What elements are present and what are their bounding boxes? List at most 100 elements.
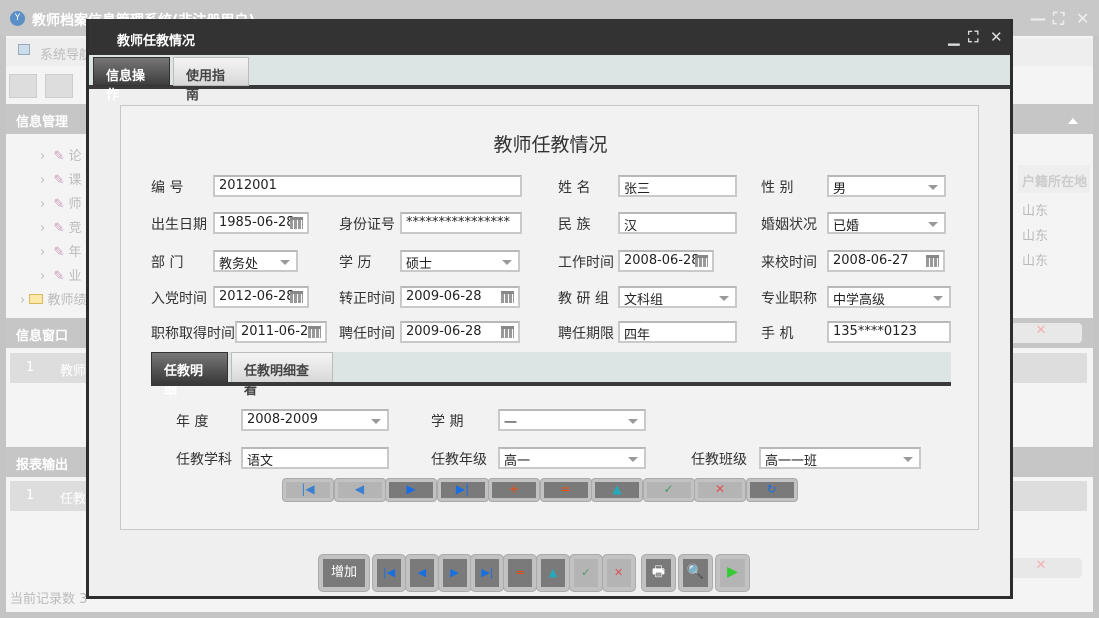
tree-item[interactable]: › ✎ 师 xyxy=(40,193,82,217)
toolbar-button[interactable]: ▲ xyxy=(537,555,569,591)
select-field[interactable]: 男 xyxy=(827,175,946,197)
field-value: 2008-2009 xyxy=(247,412,318,427)
select-field[interactable]: 2008-2009 xyxy=(241,409,389,431)
tree-item[interactable]: › ✎ 年 xyxy=(40,241,82,265)
select-field[interactable]: 中学高级 xyxy=(827,286,951,308)
tree-item-label: 业 xyxy=(69,269,82,284)
text-field[interactable]: 135****0123 xyxy=(827,321,951,343)
tree-folder[interactable]: › 教师绩 xyxy=(20,289,87,308)
calendar-icon[interactable] xyxy=(692,253,710,270)
toolbar-button[interactable]: ▶| xyxy=(471,555,503,591)
tab-info-operation[interactable]: 信息操作 xyxy=(93,57,170,86)
nav-button[interactable]: + xyxy=(489,479,539,501)
maximize-icon[interactable]: ⛶ xyxy=(1053,9,1064,29)
tree-item[interactable]: › ✎ 论 xyxy=(40,145,82,169)
field-value: 张三 xyxy=(624,182,650,197)
date-field[interactable]: 2009-06-28 xyxy=(400,286,520,308)
nav-button[interactable]: |◀ xyxy=(283,479,333,501)
toolbar-button[interactable]: 🔍 xyxy=(679,555,712,591)
add-icon: + xyxy=(509,482,519,496)
toolbar-button[interactable]: |◀ xyxy=(373,555,405,591)
toolbar-button[interactable]: 🖶 xyxy=(642,555,675,591)
chevron-down-icon[interactable] xyxy=(715,288,735,306)
text-field[interactable]: 2012001 xyxy=(213,175,522,197)
date-field[interactable]: 1985-06-28 xyxy=(213,212,309,234)
field-label: 手 机 xyxy=(761,323,793,343)
refresh-icon: ↻ xyxy=(766,482,776,496)
calendar-icon[interactable] xyxy=(923,253,941,270)
chevron-down-icon[interactable] xyxy=(624,449,644,467)
subtab-detail[interactable]: 任教明细 xyxy=(151,352,228,383)
tab-user-guide[interactable]: 使用指南 xyxy=(173,57,249,86)
dialog-minimize-icon[interactable]: ▁ xyxy=(948,28,960,46)
list-tool-icon[interactable] xyxy=(45,74,73,98)
select-field[interactable]: 硕士 xyxy=(400,250,520,272)
chevron-down-icon[interactable] xyxy=(498,252,518,270)
nav-button[interactable]: ▲ xyxy=(592,479,642,501)
collapse-icon[interactable] xyxy=(1068,113,1078,124)
toolbar-button[interactable]: ✓ xyxy=(570,555,602,591)
calendar-icon[interactable] xyxy=(287,215,305,232)
chevron-down-icon[interactable] xyxy=(924,177,944,195)
delete-icon: = xyxy=(560,482,570,496)
dialog-maximize-icon[interactable]: ⛶ xyxy=(968,28,979,46)
toolbar-button[interactable]: ◀ xyxy=(406,555,438,591)
chevron-down-icon[interactable] xyxy=(276,252,296,270)
nav-button[interactable]: ✓ xyxy=(644,479,694,501)
select-field[interactable]: 高一 xyxy=(498,447,646,469)
toolbar-button[interactable]: ▶ xyxy=(439,555,471,591)
nav-button[interactable]: ◀ xyxy=(335,479,385,501)
chevron-down-icon[interactable] xyxy=(899,449,919,467)
toolbar-button[interactable]: ▶ xyxy=(716,555,749,591)
nav-button[interactable]: ✕ xyxy=(695,479,745,501)
select-field[interactable]: 文科组 xyxy=(618,286,737,308)
text-field[interactable]: 汉 xyxy=(618,212,737,234)
date-field[interactable]: 2011-06-2 xyxy=(235,321,327,343)
run-icon: ▶ xyxy=(727,564,738,580)
select-field[interactable]: 高一一班 xyxy=(759,447,921,469)
field-value: 高一一班 xyxy=(765,454,817,469)
select-field[interactable]: 教务处 xyxy=(213,250,298,272)
close-icon[interactable]: ✕ xyxy=(1076,9,1089,28)
nav-button[interactable]: ↻ xyxy=(747,479,797,501)
toolbar-button[interactable]: ✕ xyxy=(603,555,635,591)
tree-item[interactable]: › ✎ 业 xyxy=(40,265,82,289)
add-button[interactable]: 增加 xyxy=(319,555,369,591)
field-label: 任教学科 xyxy=(176,449,232,469)
prev-record-icon: ◀ xyxy=(418,566,426,579)
chevron-down-icon[interactable] xyxy=(624,411,644,429)
nav-button[interactable]: ▶| xyxy=(438,479,488,501)
chevron-down-icon[interactable] xyxy=(929,288,949,306)
calendar-icon[interactable] xyxy=(498,289,516,306)
tree-item-label: 课 xyxy=(69,173,82,188)
nav-button[interactable]: ▶ xyxy=(386,479,436,501)
calendar-icon[interactable] xyxy=(305,324,323,341)
nav-button[interactable]: = xyxy=(541,479,591,501)
text-field[interactable]: **************** xyxy=(400,212,522,234)
select-field[interactable]: 已婚 xyxy=(827,212,946,234)
dialog-close-icon[interactable]: ✕ xyxy=(990,28,1003,46)
date-field[interactable]: 2012-06-28 xyxy=(213,286,309,308)
chevron-down-icon[interactable] xyxy=(367,411,387,429)
folder-label: 教师绩 xyxy=(47,293,86,308)
date-field[interactable]: 2008-06-28 xyxy=(618,250,714,272)
tree-item[interactable]: › ✎ 竞 xyxy=(40,217,82,241)
field-label: 婚姻状况 xyxy=(761,214,817,234)
cancel-x-icon: ✕ xyxy=(614,566,623,579)
field-value: 1985-06-28 xyxy=(219,215,295,230)
column-header[interactable]: 户籍所在地 xyxy=(1018,165,1090,193)
search-tool-icon[interactable] xyxy=(9,74,37,98)
select-field[interactable]: 一 xyxy=(498,409,646,431)
tree-item[interactable]: › ✎ 课 xyxy=(40,169,82,193)
chevron-down-icon[interactable] xyxy=(924,214,944,232)
text-field[interactable]: 张三 xyxy=(618,175,737,197)
date-field[interactable]: 2008-06-27 xyxy=(827,250,945,272)
text-field[interactable]: 四年 xyxy=(618,321,737,343)
text-field[interactable]: 语文 xyxy=(241,447,389,469)
toolbar-button[interactable]: = xyxy=(504,555,536,591)
date-field[interactable]: 2009-06-28 xyxy=(400,321,520,343)
calendar-icon[interactable] xyxy=(498,324,516,341)
minimize-icon[interactable]: — xyxy=(1030,9,1046,28)
subtab-detail-view[interactable]: 任教明细查看 xyxy=(231,352,333,383)
calendar-icon[interactable] xyxy=(287,289,305,306)
